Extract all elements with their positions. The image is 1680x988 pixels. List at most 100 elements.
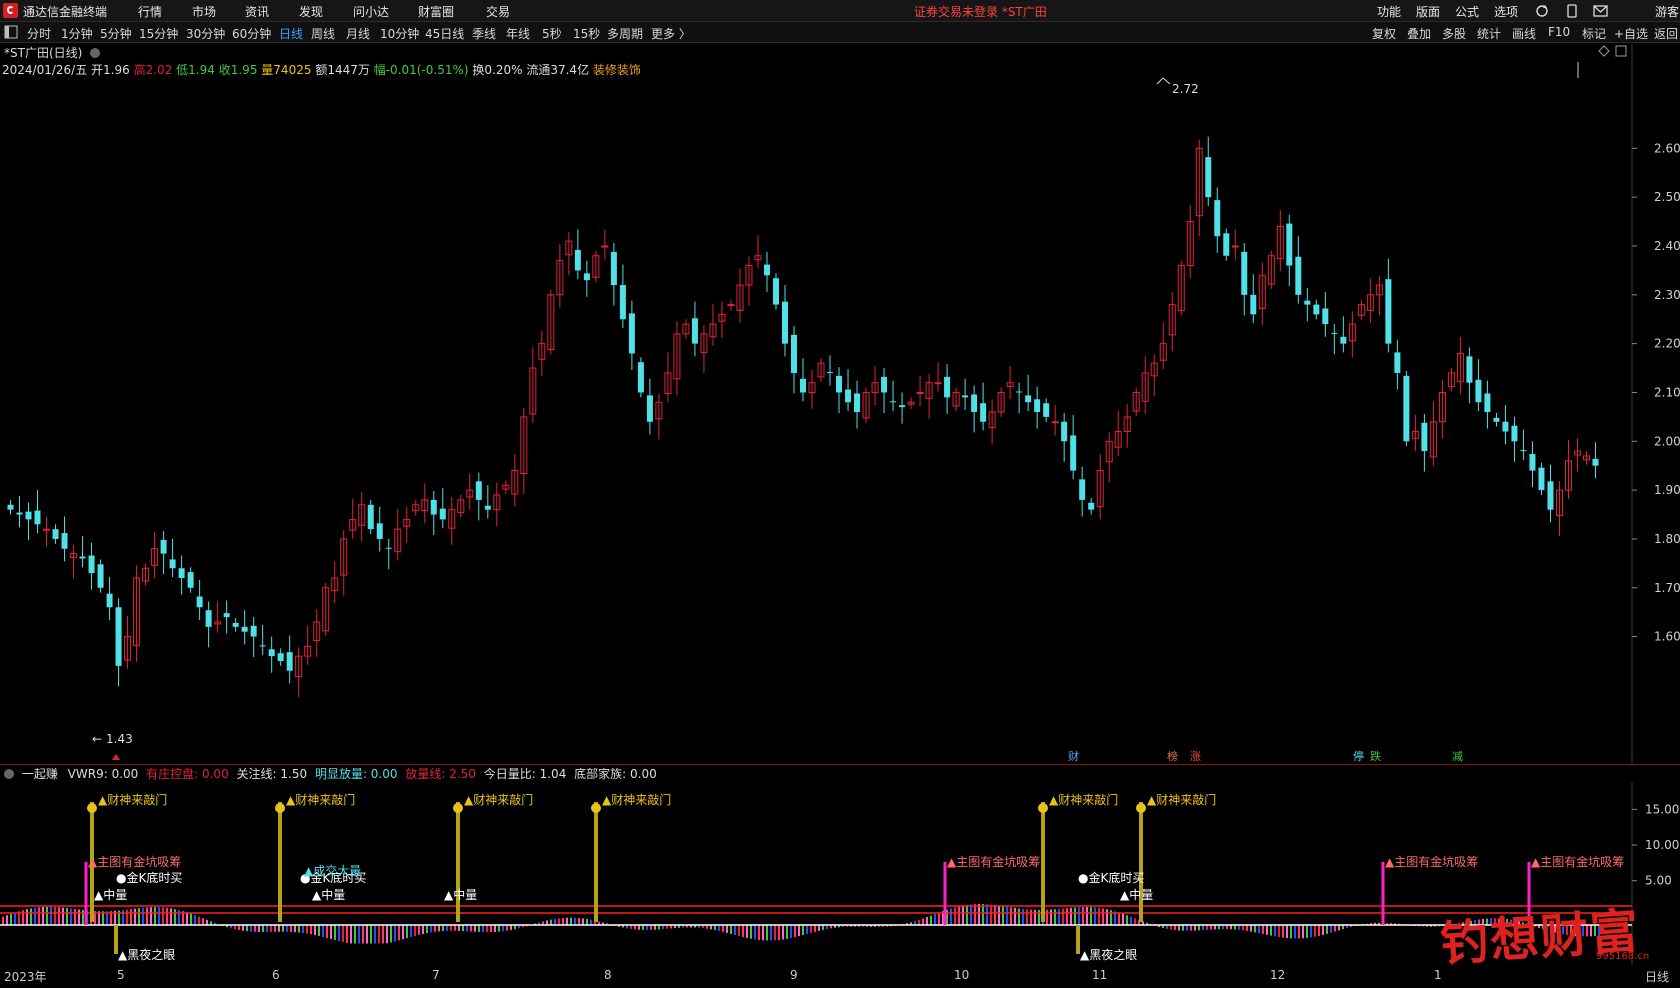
tab-monthly[interactable]: 月线 — [346, 25, 370, 42]
mail-icon[interactable] — [1593, 5, 1608, 17]
zhongliang-label: ▲中量 — [94, 887, 127, 902]
menu-jiaoyi[interactable]: 交易 — [486, 3, 510, 20]
btn-back[interactable]: 返回 — [1654, 25, 1678, 42]
candle-body — [223, 613, 230, 618]
candle-body — [727, 304, 735, 307]
btn-f10[interactable]: F10 — [1548, 25, 1570, 39]
ind-bar — [954, 907, 956, 926]
menu-caifuquan[interactable]: 财富圈 — [418, 3, 454, 20]
candle-body — [691, 318, 698, 344]
ind-bar — [458, 925, 460, 931]
up-arrow-marker — [112, 754, 120, 760]
ind-bar — [126, 909, 128, 926]
tab-year[interactable]: 年线 — [506, 25, 530, 42]
btn-biaoji[interactable]: 标记 — [1582, 25, 1606, 42]
ind-bar — [1082, 907, 1084, 926]
ind-bar — [1186, 925, 1188, 931]
ind-bar — [746, 925, 748, 938]
candle-body — [34, 510, 41, 525]
menu-gongshi[interactable]: 公式 — [1455, 3, 1479, 20]
tab-multi-period[interactable]: 多周期 — [607, 25, 643, 42]
menu-shichang[interactable]: 市场 — [192, 3, 216, 20]
candle-body — [1529, 453, 1536, 471]
tab-15min[interactable]: 15分钟 — [139, 25, 178, 42]
ind-bar — [1094, 907, 1096, 926]
btn-huaxian[interactable]: 画线 — [1512, 25, 1536, 42]
candle-body — [1205, 157, 1212, 198]
tab-15sec[interactable]: 15秒 — [573, 25, 600, 42]
candlestick-chart[interactable]: 1.60 1.70 1.80 1.90 2.00 2.10 2.20 2.30 2.40 2.50… — [0, 44, 1680, 764]
ind-bar — [34, 907, 36, 926]
candle-body — [25, 511, 32, 520]
ind-bar — [150, 907, 152, 926]
btn-add-watchlist[interactable]: +自选 — [1614, 25, 1648, 42]
ind-bar — [462, 925, 464, 932]
ind-bar — [1290, 925, 1292, 939]
ind-bar — [1302, 925, 1304, 939]
panel-toggle-icon[interactable] — [4, 25, 18, 39]
ind-bar — [478, 925, 480, 932]
ind-guanzhu: 关注线: 1.50 — [236, 767, 308, 781]
xaxis-label: 11 — [1092, 968, 1108, 982]
zhutu-label: ▲主图有金坑吸筹 — [1531, 854, 1624, 869]
ind-bar — [1338, 925, 1340, 931]
menu-banmian[interactable]: 版面 — [1416, 3, 1440, 20]
candle-body — [1475, 379, 1482, 403]
btn-diejia[interactable]: 叠加 — [1407, 25, 1431, 42]
chart-corner-controls[interactable] — [1577, 45, 1627, 78]
btn-tongji[interactable]: 统计 — [1477, 25, 1501, 42]
candle-body — [1223, 233, 1230, 256]
menu-faxian[interactable]: 发现 — [299, 3, 323, 20]
btn-duogu[interactable]: 多股 — [1442, 25, 1466, 42]
indicator-chart[interactable]: 5.0010.0015.00 ▲财神来敲门 ▲财神来敲门 ▲财神来敲门 ▲财神来敲门 ▲… — [0, 782, 1680, 966]
tab-45day[interactable]: 45日线 — [425, 25, 464, 42]
ind-bar — [170, 908, 172, 926]
ind-bar — [1074, 907, 1076, 926]
menu-gongneng[interactable]: 功能 — [1377, 3, 1401, 20]
ind-bar — [26, 909, 28, 926]
ind-bar — [966, 904, 968, 926]
phone-icon[interactable] — [1567, 4, 1577, 18]
menu-hangqing[interactable]: 行情 — [138, 3, 162, 20]
tab-more[interactable]: 更多 〉 — [651, 25, 691, 42]
menu-zixun[interactable]: 资讯 — [245, 3, 269, 20]
menu-xuanxiang[interactable]: 选项 — [1494, 3, 1518, 20]
guest-label[interactable]: 游客 — [1655, 3, 1679, 20]
tab-30min[interactable]: 30分钟 — [186, 25, 225, 42]
ind-bar — [330, 925, 332, 940]
tab-1min[interactable]: 1分钟 — [61, 25, 93, 42]
ind-bar — [790, 925, 792, 939]
candle-body — [899, 405, 906, 408]
tab-quarter[interactable]: 季线 — [472, 25, 496, 42]
heiye-label: ▲黑夜之眼 — [118, 947, 175, 962]
menu-wenxiaoda[interactable]: 问小达 — [353, 3, 389, 20]
candle-body — [1250, 294, 1257, 315]
tab-weekly[interactable]: 周线 — [311, 25, 335, 42]
ind-bar — [1002, 906, 1004, 926]
tab-daily[interactable]: 日线 — [279, 25, 303, 42]
login-status: 证券交易未登录 *ST广田 — [914, 5, 1047, 19]
ind-bar — [370, 925, 372, 944]
indicator-name[interactable]: 一起赚 — [22, 767, 58, 781]
btn-fuquan[interactable]: 复权 — [1372, 25, 1396, 42]
tab-10min[interactable]: 10分钟 — [380, 25, 419, 42]
ind-bar — [1282, 925, 1284, 938]
tab-60min[interactable]: 60分钟 — [232, 25, 271, 42]
tab-fenshi[interactable]: 分时 — [27, 25, 51, 42]
candle-body — [1043, 403, 1050, 417]
caishen-label: ▲财神来敲门 — [602, 792, 671, 807]
ind-bar — [70, 908, 72, 926]
caishen-label: ▲财神来敲门 — [286, 792, 355, 807]
candle-body — [1385, 279, 1392, 344]
candle-body — [1538, 467, 1545, 491]
candle-body — [637, 362, 644, 393]
tab-5min[interactable]: 5分钟 — [100, 25, 132, 42]
ind-bar — [806, 925, 808, 935]
refresh-icon[interactable] — [1536, 5, 1548, 17]
candle-body — [1322, 308, 1329, 325]
tab-5sec[interactable]: 5秒 — [542, 25, 562, 42]
candle-body — [1331, 332, 1338, 334]
ind-bar — [46, 906, 48, 926]
indicator-settings-icon[interactable] — [4, 769, 14, 779]
ind-bar — [482, 925, 484, 933]
